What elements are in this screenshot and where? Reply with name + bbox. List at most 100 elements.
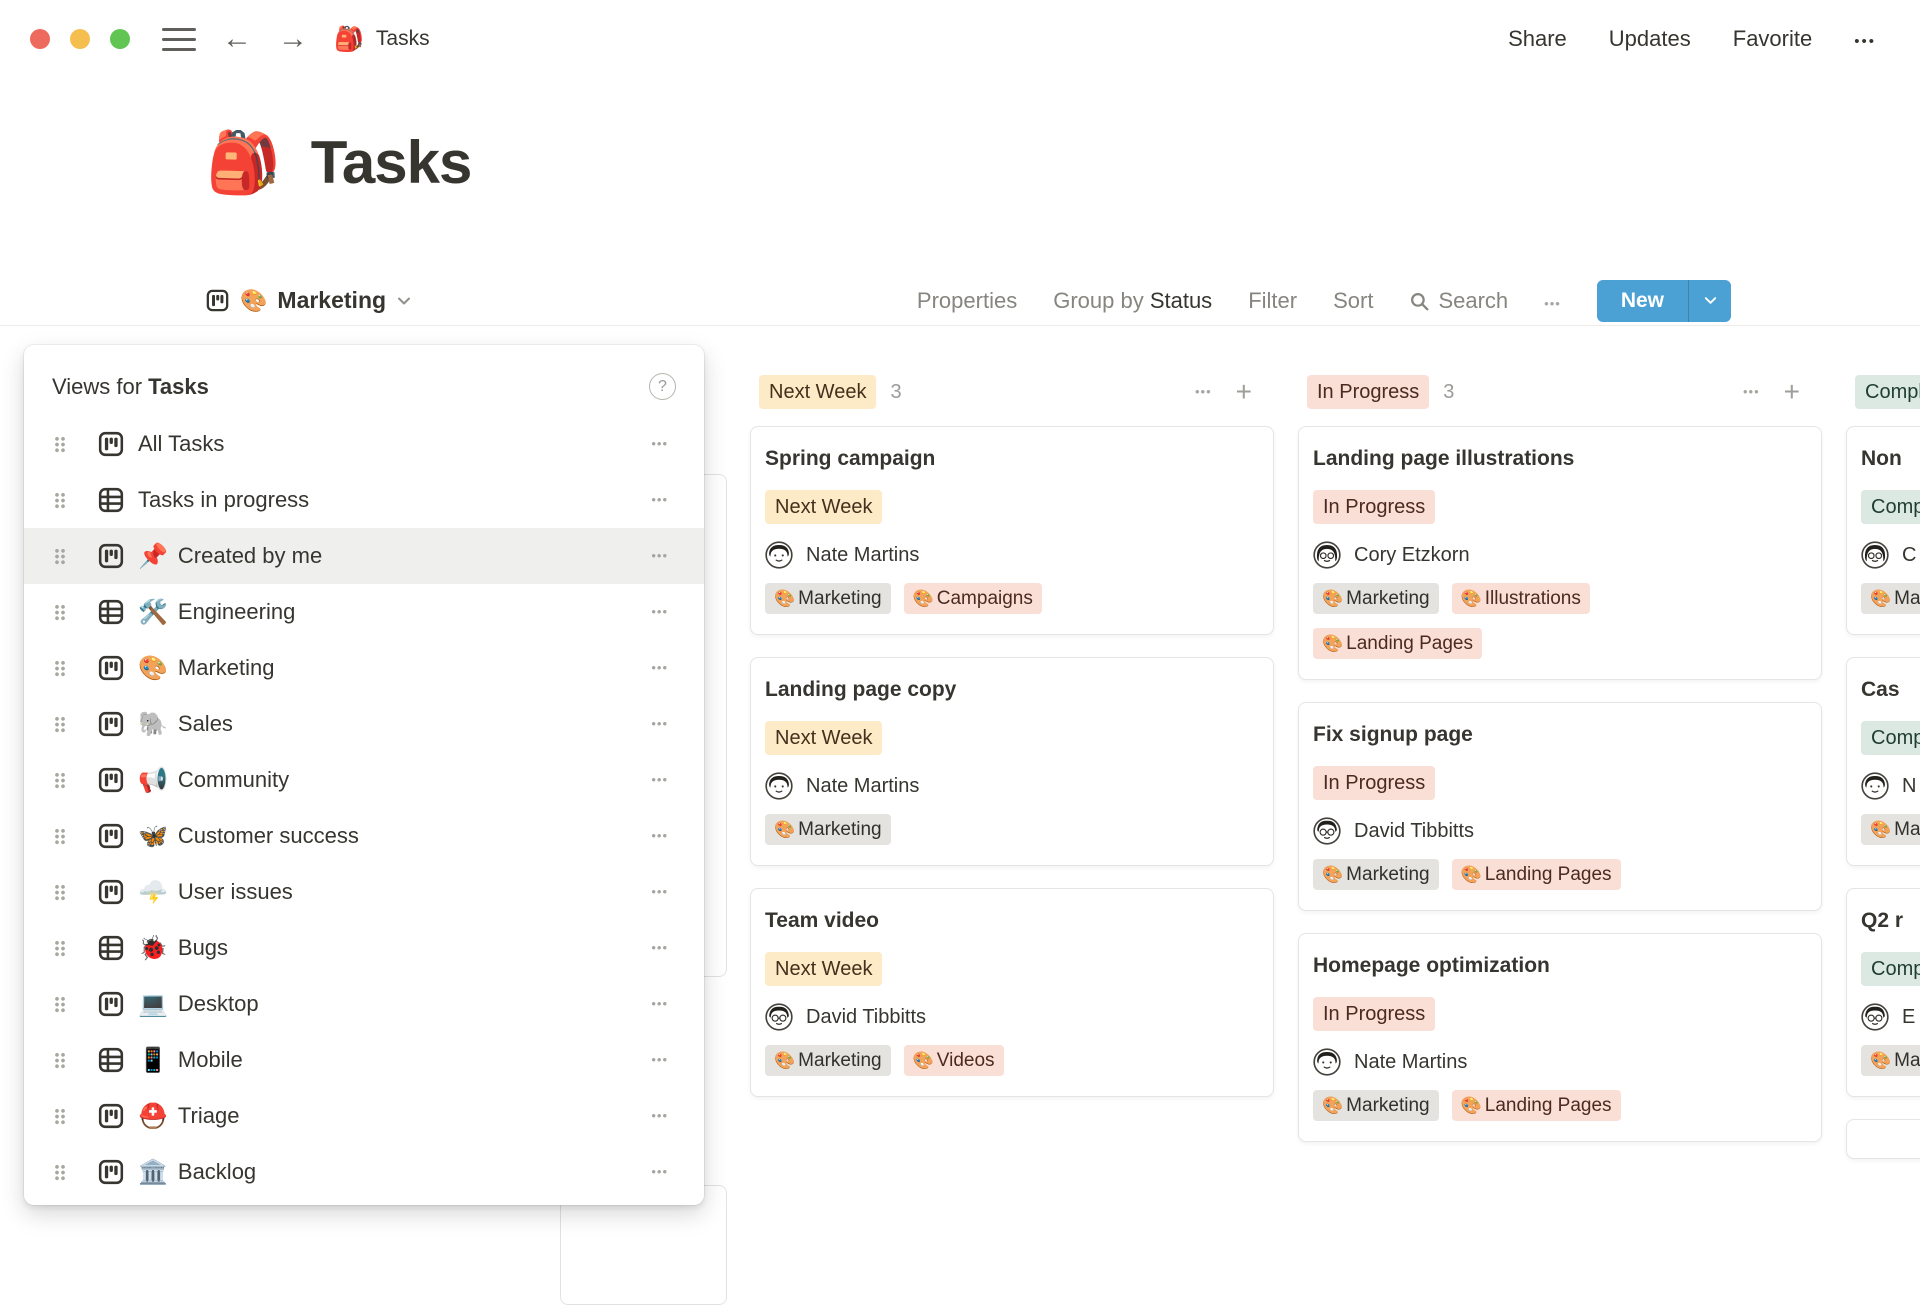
- more-icon[interactable]: [651, 435, 668, 453]
- task-card[interactable]: Landing page illustrations In Progress C…: [1298, 426, 1822, 680]
- task-card[interactable]: Homepage optimization In Progress Nate M…: [1298, 933, 1822, 1142]
- more-icon[interactable]: [651, 659, 668, 677]
- more-icon[interactable]: [651, 715, 668, 733]
- task-card[interactable]: Q2 r Completed E 🎨Marketing: [1846, 888, 1920, 1097]
- assignee: David Tibbitts: [765, 1003, 1259, 1031]
- avatar: [1861, 1003, 1889, 1031]
- views-panel-item-user-issues[interactable]: 🌩️ User issues: [24, 864, 704, 920]
- close-window-icon[interactable]: [30, 29, 50, 49]
- group-by-button[interactable]: Group by Status: [1053, 288, 1212, 314]
- more-icon[interactable]: [651, 883, 668, 901]
- more-icon[interactable]: [651, 939, 668, 957]
- task-card[interactable]: Spring campaign Next Week Nate Martins 🎨…: [750, 426, 1274, 635]
- more-icon[interactable]: [651, 1107, 668, 1125]
- task-card[interactable]: Cas Completed N 🎨Marketing: [1846, 657, 1920, 866]
- task-card[interactable]: Fix signup page In Progress David Tibbit…: [1298, 702, 1822, 911]
- updates-button[interactable]: Updates: [1609, 26, 1691, 52]
- drag-handle-icon[interactable]: [54, 436, 66, 453]
- more-icon[interactable]: [651, 995, 668, 1013]
- more-icon[interactable]: [651, 771, 668, 789]
- task-card[interactable]: Landing page copy Next Week Nate Martins…: [750, 657, 1274, 866]
- drag-handle-icon[interactable]: [54, 996, 66, 1013]
- board-view-icon: [96, 653, 126, 683]
- sort-button[interactable]: Sort: [1333, 288, 1373, 314]
- views-panel-item-tasks-in-progress[interactable]: Tasks in progress: [24, 472, 704, 528]
- view-label: Desktop: [178, 991, 259, 1017]
- views-panel-item-bugs[interactable]: 🐞 Bugs: [24, 920, 704, 976]
- drag-handle-icon[interactable]: [54, 884, 66, 901]
- more-icon[interactable]: [651, 827, 668, 845]
- views-panel-item-sales[interactable]: 🐘 Sales: [24, 696, 704, 752]
- view-label: Created by me: [178, 543, 322, 569]
- view-emoji: 🌩️: [138, 878, 168, 907]
- views-panel-target: Tasks: [148, 374, 209, 400]
- task-card[interactable]: Non Completed C 🎨Marketing: [1846, 426, 1920, 635]
- drag-handle-icon[interactable]: [54, 1052, 66, 1069]
- views-panel-item-engineering[interactable]: 🛠️ Engineering: [24, 584, 704, 640]
- drag-handle-icon[interactable]: [54, 604, 66, 621]
- more-icon[interactable]: [651, 547, 668, 565]
- drag-handle-icon[interactable]: [54, 660, 66, 677]
- more-icon[interactable]: [651, 1051, 668, 1069]
- new-dropdown-icon[interactable]: [1689, 280, 1731, 322]
- more-options-icon[interactable]: [1854, 26, 1876, 52]
- drag-handle-icon[interactable]: [54, 940, 66, 957]
- share-button[interactable]: Share: [1508, 26, 1567, 52]
- backpack-icon: 🎒: [334, 25, 364, 54]
- status-badge: In Progress: [1313, 490, 1435, 524]
- drag-handle-icon[interactable]: [54, 1108, 66, 1125]
- column-more-icon[interactable]: [1743, 383, 1760, 401]
- views-panel-title: Views for: [52, 374, 142, 400]
- task-card[interactable]: [1846, 1119, 1920, 1159]
- column-add-icon[interactable]: [1236, 378, 1252, 406]
- zoom-window-icon[interactable]: [110, 29, 130, 49]
- views-panel-item-marketing[interactable]: 🎨 Marketing: [24, 640, 704, 696]
- window-titlebar: ← → 🎒 Tasks Share Updates Favorite: [0, 0, 1920, 78]
- help-icon[interactable]: ?: [649, 373, 676, 400]
- views-panel-item-backlog[interactable]: 🏛️ Backlog: [24, 1144, 704, 1200]
- toolbar-divider: [0, 325, 1920, 326]
- minimize-window-icon[interactable]: [70, 29, 90, 49]
- tag: 🎨Marketing: [1313, 583, 1439, 614]
- task-card[interactable]: Team video Next Week David Tibbitts 🎨Mar…: [750, 888, 1274, 1097]
- views-panel-item-all-tasks[interactable]: All Tasks: [24, 416, 704, 472]
- view-more-options-icon[interactable]: [1544, 288, 1561, 314]
- tag: 🎨Videos: [904, 1045, 1004, 1076]
- forward-arrow-icon[interactable]: →: [278, 24, 308, 54]
- filter-button[interactable]: Filter: [1248, 288, 1297, 314]
- status-badge: In Progress: [1313, 997, 1435, 1031]
- column-more-icon[interactable]: [1195, 383, 1212, 401]
- properties-button[interactable]: Properties: [917, 288, 1017, 314]
- sidebar-menu-icon[interactable]: [162, 28, 196, 51]
- drag-handle-icon[interactable]: [54, 716, 66, 733]
- more-icon[interactable]: [651, 491, 668, 509]
- tag: 🎨Marketing: [765, 583, 891, 614]
- drag-handle-icon[interactable]: [54, 1164, 66, 1181]
- views-panel-item-mobile[interactable]: 📱 Mobile: [24, 1032, 704, 1088]
- more-icon[interactable]: [651, 603, 668, 621]
- view-switcher[interactable]: 🎨 Marketing: [205, 287, 412, 314]
- status-badge: In Progress: [1313, 766, 1435, 800]
- column-add-icon[interactable]: [1784, 378, 1800, 406]
- avatar: [765, 772, 793, 800]
- drag-handle-icon[interactable]: [54, 548, 66, 565]
- card-title: Cas: [1861, 676, 1920, 704]
- breadcrumb[interactable]: 🎒 Tasks: [334, 25, 430, 54]
- traffic-lights: [30, 29, 130, 49]
- views-panel-item-customer-success[interactable]: 🦋 Customer success: [24, 808, 704, 864]
- page-backpack-icon[interactable]: 🎒: [206, 133, 281, 193]
- drag-handle-icon[interactable]: [54, 492, 66, 509]
- drag-handle-icon[interactable]: [54, 828, 66, 845]
- views-panel-item-triage[interactable]: ⛑️ Triage: [24, 1088, 704, 1144]
- views-panel-item-community[interactable]: 📢 Community: [24, 752, 704, 808]
- more-icon[interactable]: [651, 1163, 668, 1181]
- views-panel-item-desktop[interactable]: 💻 Desktop: [24, 976, 704, 1032]
- back-arrow-icon[interactable]: ←: [222, 24, 252, 54]
- views-panel-item-created-by-me[interactable]: 📌 Created by me: [24, 528, 704, 584]
- search-button[interactable]: Search: [1409, 288, 1508, 314]
- page-title[interactable]: Tasks: [311, 128, 472, 197]
- new-button[interactable]: New: [1597, 280, 1731, 322]
- favorite-button[interactable]: Favorite: [1733, 26, 1812, 52]
- drag-handle-icon[interactable]: [54, 772, 66, 789]
- tag: 🎨Marketing: [1313, 859, 1439, 890]
